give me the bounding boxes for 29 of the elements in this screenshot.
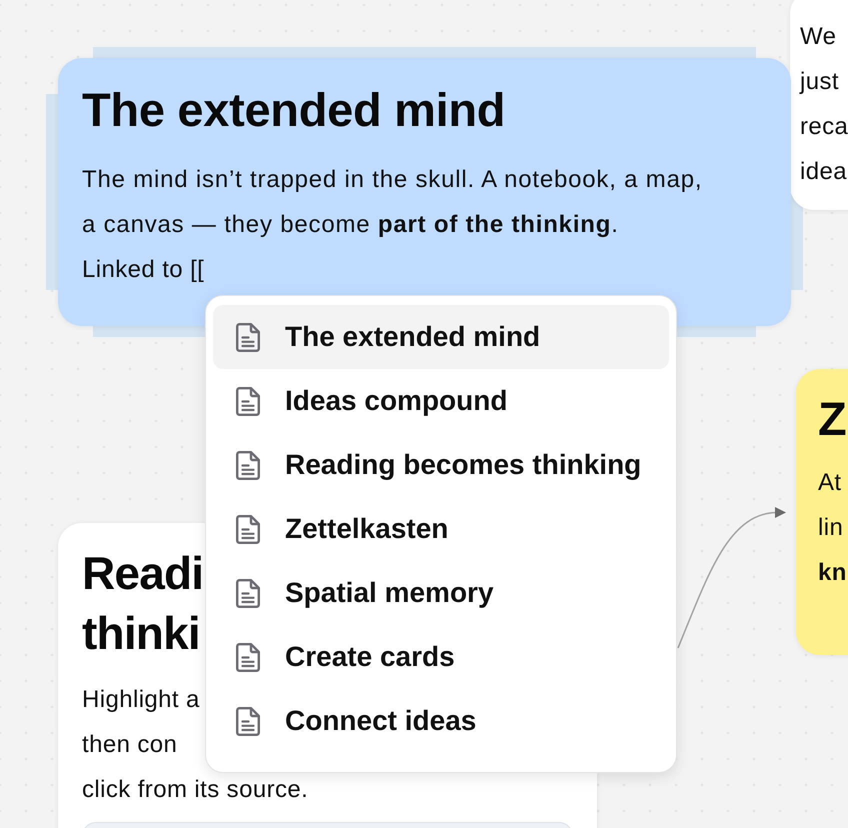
card-text: Highlight a	[82, 685, 200, 715]
document-icon	[236, 386, 260, 416]
menu-item[interactable]: The extended mind	[213, 305, 669, 369]
card-text: reca	[800, 112, 848, 142]
card-text: lin	[818, 513, 844, 543]
document-icon	[236, 642, 260, 672]
card-text: The mind isn’t trapped in the skull. A notebook, a map, a canvas — they become part of the thinking.	[82, 165, 704, 240]
card-title: The extended mind	[82, 82, 506, 137]
document-icon	[236, 514, 260, 544]
menu-item[interactable]: Ideas compound	[213, 369, 669, 433]
menu-item[interactable]: Spatial memory	[213, 561, 669, 625]
menu-item[interactable]: Reading becomes thinking	[213, 433, 669, 497]
card-title: Readi thinki	[82, 546, 204, 661]
menu-item[interactable]: Create cards	[213, 625, 669, 689]
menu-item[interactable]: Connect ideas	[213, 689, 669, 753]
card-text: Linked to [[	[82, 255, 204, 285]
document-icon	[236, 706, 260, 736]
card-text: click from its source.	[82, 775, 308, 805]
card-title: Z	[818, 391, 846, 446]
card-text: then con	[82, 730, 178, 760]
document-icon	[236, 578, 260, 608]
card-text: kn	[818, 558, 847, 588]
card-text: We	[800, 22, 836, 52]
card-text: At	[818, 468, 842, 498]
menu-item[interactable]: Zettelkasten	[213, 497, 669, 561]
card-text: idea	[800, 157, 847, 187]
document-icon	[236, 450, 260, 480]
document-icon	[236, 322, 260, 352]
card-text: just	[800, 67, 839, 97]
